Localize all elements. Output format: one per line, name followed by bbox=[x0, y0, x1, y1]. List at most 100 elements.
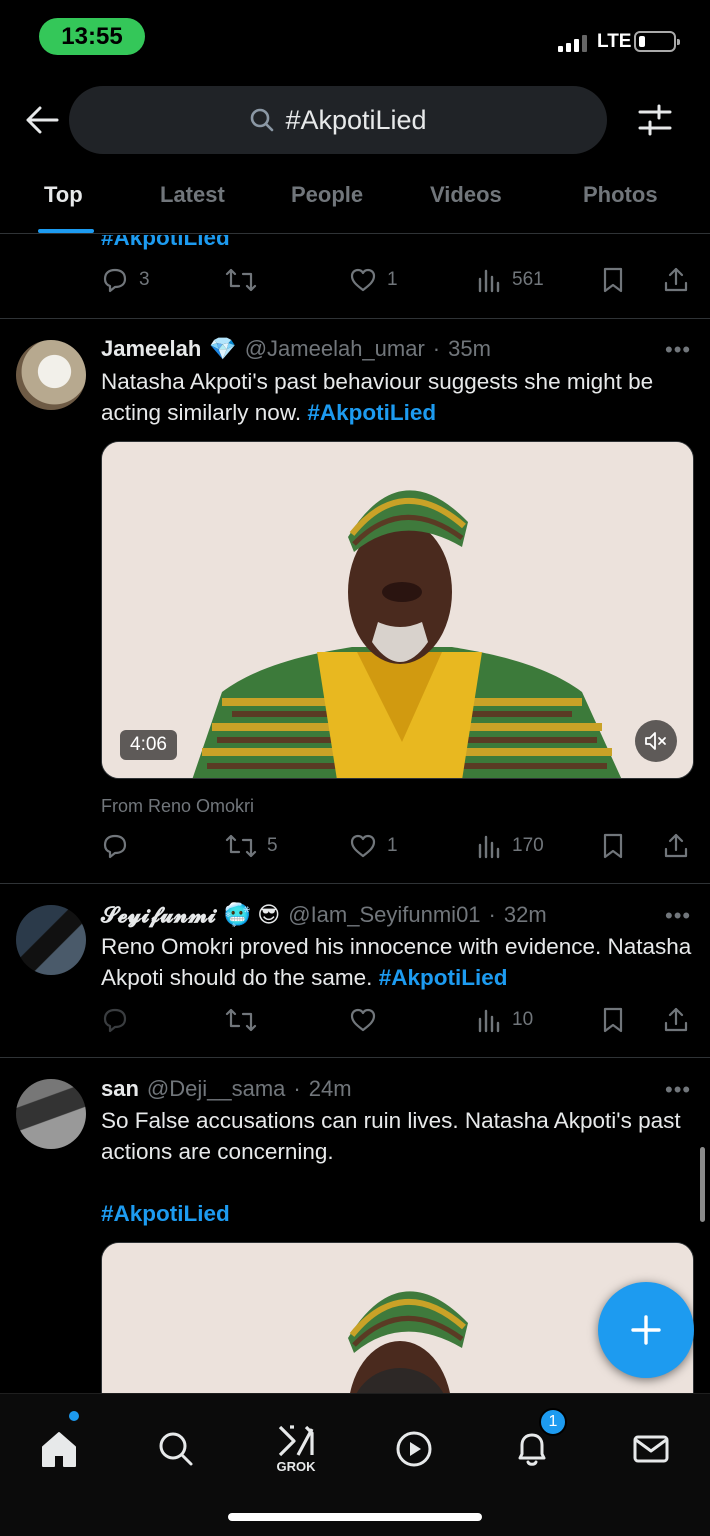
nav-messages[interactable] bbox=[616, 1414, 686, 1484]
hashtag-link[interactable]: #AkpotiLied bbox=[101, 1201, 230, 1226]
search-query: #AkpotiLied bbox=[285, 104, 427, 135]
nav-home[interactable] bbox=[24, 1414, 94, 1484]
repost-button[interactable] bbox=[225, 265, 257, 295]
reply-button[interactable] bbox=[101, 831, 139, 861]
share-button[interactable] bbox=[663, 831, 689, 861]
more-options-icon[interactable]: ••• bbox=[665, 337, 691, 363]
tab-top[interactable]: Top bbox=[44, 182, 83, 208]
search-icon bbox=[251, 108, 274, 132]
display-name[interactable]: Jameelah bbox=[101, 336, 201, 362]
search-feed[interactable]: #AkpotiLied 3 1 561 Jameelah 💎 @Jameelah… bbox=[0, 235, 710, 1393]
hashtag-link[interactable]: #AkpotiLied bbox=[379, 965, 508, 990]
gem-emoji-icon: 💎 bbox=[209, 336, 237, 361]
bookmark-icon bbox=[603, 833, 623, 859]
grok-label: GROK bbox=[276, 1458, 316, 1474]
avatar[interactable] bbox=[16, 340, 86, 410]
bookmark-button[interactable] bbox=[601, 265, 625, 295]
repost-button[interactable]: 5 bbox=[225, 831, 278, 861]
bookmark-button[interactable] bbox=[601, 1005, 625, 1035]
tab-videos[interactable]: Videos bbox=[430, 182, 502, 208]
reply-button[interactable] bbox=[101, 1005, 129, 1035]
battery-icon bbox=[634, 31, 680, 52]
home-unread-dot bbox=[69, 1411, 79, 1421]
post-actions: 5 1 170 bbox=[101, 831, 691, 861]
post-actions: 10 bbox=[101, 1005, 691, 1035]
like-button[interactable]: 1 bbox=[349, 831, 398, 861]
search-tabs: Top Latest People Videos Photos bbox=[0, 170, 710, 234]
more-options-icon[interactable]: ••• bbox=[665, 903, 691, 929]
compose-post-button[interactable] bbox=[598, 1282, 694, 1378]
repost-icon bbox=[225, 834, 257, 858]
share-button[interactable] bbox=[663, 265, 689, 295]
post-time: 32m bbox=[503, 902, 547, 927]
like-count: 1 bbox=[387, 835, 398, 856]
like-button[interactable]: 1 bbox=[349, 265, 398, 295]
repost-button[interactable] bbox=[225, 1005, 257, 1035]
reply-icon bbox=[103, 834, 127, 859]
display-name[interactable]: 𝓢𝓮𝔂𝓲𝓯𝓾𝓷𝓶𝓲 bbox=[101, 902, 216, 928]
views-count: 10 bbox=[512, 1009, 534, 1030]
heart-icon bbox=[350, 1008, 376, 1032]
plus-icon bbox=[631, 1315, 661, 1345]
views-button[interactable]: 10 bbox=[476, 1005, 533, 1035]
search-input[interactable]: #AkpotiLied bbox=[69, 86, 607, 154]
post-text: Natasha Akpoti's past behaviour suggests… bbox=[101, 366, 696, 428]
video-player[interactable]: 4:06 bbox=[101, 441, 694, 779]
tab-people[interactable]: People bbox=[291, 182, 363, 208]
reply-button[interactable]: 3 bbox=[101, 265, 150, 295]
tab-latest[interactable]: Latest bbox=[160, 182, 225, 208]
home-icon bbox=[42, 1432, 76, 1467]
scrollbar[interactable] bbox=[700, 1147, 705, 1222]
views-button[interactable]: 561 bbox=[476, 265, 544, 295]
reply-icon bbox=[103, 1008, 127, 1033]
grok-icon bbox=[278, 1424, 314, 1456]
like-count: 1 bbox=[387, 269, 398, 290]
avatar[interactable] bbox=[16, 1079, 86, 1149]
nav-video[interactable] bbox=[379, 1414, 449, 1484]
nav-search[interactable] bbox=[141, 1414, 211, 1484]
post-time: 24m bbox=[308, 1076, 352, 1101]
views-chart-icon bbox=[478, 835, 500, 859]
like-button[interactable] bbox=[349, 1005, 377, 1035]
post-body: So False accusations can ruin lives. Nat… bbox=[101, 1108, 681, 1164]
tab-photos[interactable]: Photos bbox=[583, 182, 658, 208]
share-button[interactable] bbox=[663, 1005, 689, 1035]
user-handle[interactable]: @Deji__sama bbox=[147, 1076, 286, 1102]
heart-icon bbox=[350, 834, 376, 858]
more-options-icon[interactable]: ••• bbox=[665, 1077, 691, 1103]
display-name[interactable]: san bbox=[101, 1076, 139, 1102]
video-duration: 4:06 bbox=[120, 730, 177, 760]
mute-button[interactable] bbox=[635, 720, 677, 762]
search-icon bbox=[159, 1432, 193, 1466]
views-count: 170 bbox=[512, 835, 544, 856]
user-handle[interactable]: @Jameelah_umar bbox=[245, 336, 425, 362]
envelope-icon bbox=[633, 1435, 669, 1463]
reply-count: 3 bbox=[139, 269, 150, 290]
status-bar: 13:55 LTE bbox=[0, 0, 710, 80]
share-icon bbox=[664, 267, 688, 292]
user-handle[interactable]: @Iam_Seyifunmi01 bbox=[288, 902, 480, 928]
bookmark-button[interactable] bbox=[601, 831, 625, 861]
speaker-muted-icon bbox=[645, 732, 666, 750]
video-source[interactable]: From Reno Omokri bbox=[101, 796, 254, 817]
post-header: 𝓢𝓮𝔂𝓲𝓯𝓾𝓷𝓶𝓲 🥶 😎 @Iam_Seyifunmi01 · 32m bbox=[101, 902, 547, 928]
repost-icon bbox=[225, 268, 257, 292]
bookmark-icon bbox=[603, 267, 623, 293]
post-text: Reno Omokri proved his innocence with ev… bbox=[101, 931, 696, 993]
hashtag-link[interactable]: #AkpotiLied bbox=[307, 400, 436, 425]
active-tab-indicator bbox=[38, 229, 94, 233]
filter-sliders-icon[interactable] bbox=[634, 100, 676, 140]
nav-grok[interactable]: GROK bbox=[261, 1414, 331, 1484]
hashtag-link[interactable]: #AkpotiLied bbox=[101, 235, 230, 251]
notification-badge: 1 bbox=[539, 1408, 567, 1436]
post-header: Jameelah 💎 @Jameelah_umar · 35m bbox=[101, 336, 491, 362]
views-button[interactable]: 170 bbox=[476, 831, 544, 861]
share-icon bbox=[664, 1007, 688, 1032]
dot-separator: · bbox=[488, 902, 496, 927]
play-circle-icon bbox=[396, 1431, 432, 1467]
avatar[interactable] bbox=[16, 905, 86, 975]
repost-count: 5 bbox=[267, 835, 278, 856]
back-arrow-icon[interactable] bbox=[22, 100, 62, 140]
signal-icon bbox=[558, 34, 587, 52]
views-count: 561 bbox=[512, 269, 544, 290]
